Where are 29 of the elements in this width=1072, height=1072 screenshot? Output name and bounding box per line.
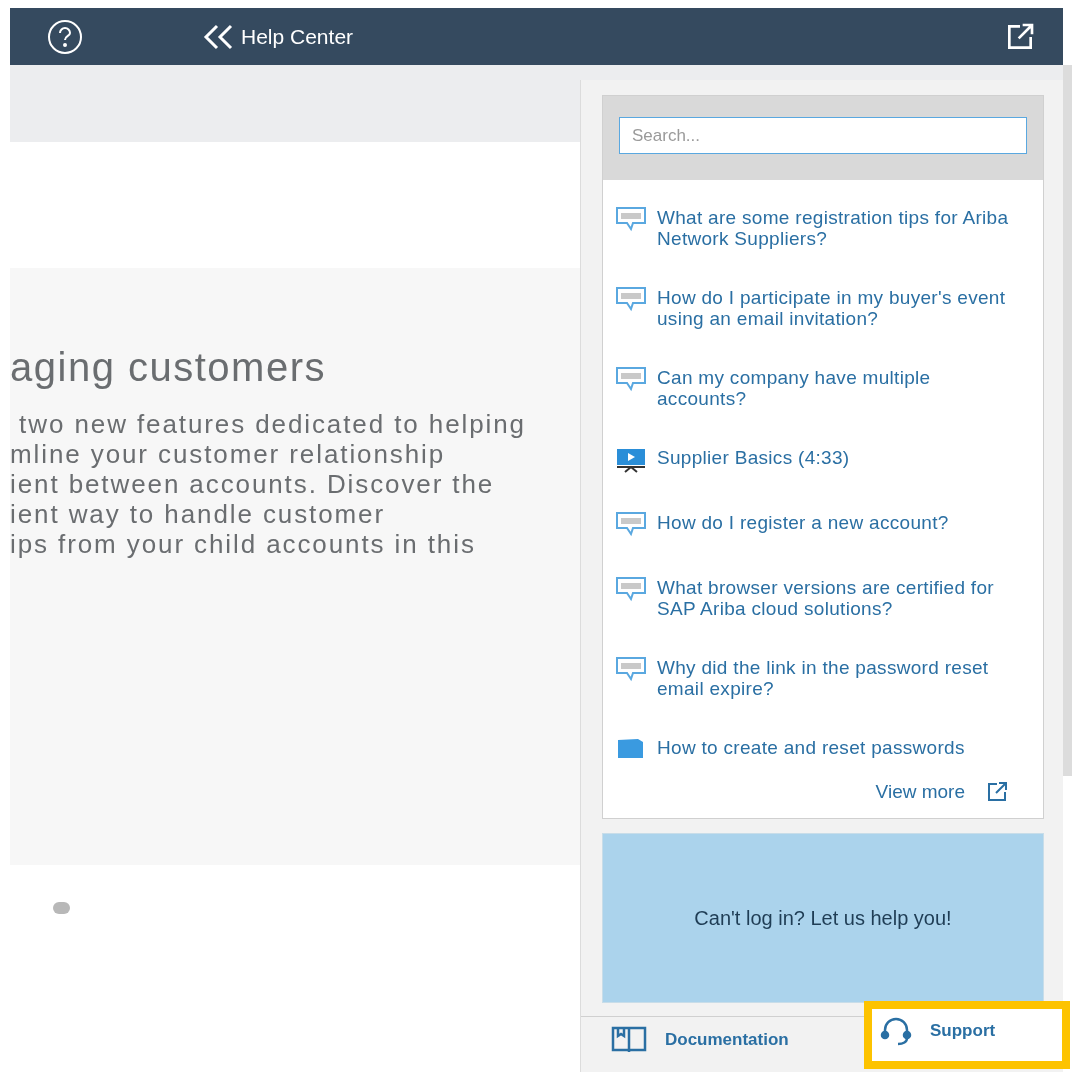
help-article-link[interactable]: What browser versions are certified for SAP Ariba cloud solutions? [657,577,1019,619]
open-book-icon [611,1025,647,1054]
faq-bubble-icon [615,576,647,602]
content-heading: aging customers [10,345,327,389]
faq-bubble-icon [615,286,647,312]
content-paragraph: two new features dedicated to helping mline your customer relationship ient between accounts. Discover the ient way to handle customer ips from your child accounts in this [10,409,527,559]
help-article-link[interactable]: What are some registration tips for Ariba Network Suppliers? [657,207,1019,249]
help-article-link[interactable]: How do I register a new account? [657,512,949,533]
help-article-link[interactable]: Why did the link in the password reset email expire? [657,657,1019,699]
help-article-link[interactable]: How to create and reset passwords [657,737,965,758]
footer-link[interactable]: Documentation [581,1017,789,1062]
header-title: Help Center [241,23,354,50]
collapse-icon[interactable] [201,23,235,50]
faq-bubble-icon [615,366,647,392]
help-article-link[interactable]: Can my company have multiple accounts? [657,367,1019,409]
help-article-link[interactable]: How do I participate in my buyer's event using an email invitation? [657,287,1019,329]
scrollbar[interactable] [1063,65,1072,776]
search-field[interactable]: Search... [619,117,1027,154]
faq-bubble-icon [615,511,647,537]
view-more-link[interactable]: View more [875,777,965,807]
footer-link[interactable]: Support [864,1001,1070,1069]
login-help-banner[interactable]: Can't log in? Let us help you! [602,833,1044,1003]
faq-bubble-icon [615,206,647,232]
headset-icon [880,1016,912,1046]
help-icon[interactable] [47,18,83,55]
help-article-link[interactable]: Supplier Basics (4:33) [657,447,850,468]
faq-bubble-icon [615,656,647,682]
presentation-screen-icon [615,447,647,473]
external-link-icon [985,780,1009,804]
